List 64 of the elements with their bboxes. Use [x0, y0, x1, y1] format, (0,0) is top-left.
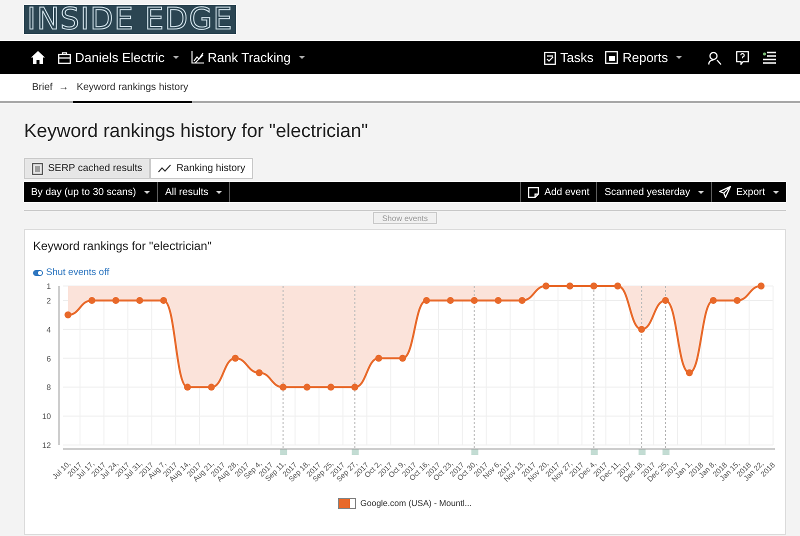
data-point[interactable] [208, 383, 215, 390]
data-point[interactable] [280, 383, 287, 390]
data-point[interactable] [136, 296, 144, 304]
data-point[interactable] [112, 296, 120, 304]
view-tab[interactable]: Ranking history [150, 158, 254, 179]
document-icon [32, 162, 43, 174]
user-search-icon[interactable] [708, 50, 722, 64]
home-icon[interactable] [31, 51, 45, 64]
data-point[interactable] [184, 383, 191, 390]
line-chart-icon [158, 164, 172, 173]
chart-title: Keyword rankings for "electrician" [32, 238, 213, 255]
arrow-separator: → [58, 81, 69, 95]
note-icon [528, 186, 540, 198]
nav-menu-item[interactable]: Reports [605, 50, 682, 65]
data-point[interactable] [710, 296, 717, 304]
nav-menu-item[interactable]: Tasks [544, 50, 594, 65]
y-axis-label: 2 [46, 296, 51, 305]
data-point[interactable] [423, 296, 430, 304]
chart-icon [190, 51, 204, 64]
breadcrumb-link[interactable]: Keyword rankings history [72, 74, 192, 103]
data-point[interactable] [351, 383, 358, 390]
breadcrumb-link[interactable]: Brief [32, 74, 53, 103]
y-axis-label: 4 [46, 324, 51, 334]
view-tab[interactable]: SERP cached results [24, 158, 150, 179]
data-point[interactable] [232, 354, 239, 362]
data-point[interactable] [446, 296, 454, 304]
nav-menu-item[interactable]: Daniels Electric [58, 50, 179, 65]
data-point[interactable] [304, 383, 310, 390]
events-toggle[interactable]: Shut events off [33, 267, 110, 278]
data-point[interactable] [734, 296, 741, 304]
page-title: Keyword rankings history for "electrician" [24, 120, 370, 144]
y-axis-label: 6 [46, 354, 51, 363]
data-point[interactable] [566, 282, 574, 289]
legend-swatch[interactable] [338, 498, 356, 508]
data-point[interactable] [327, 383, 334, 390]
legend-label: Google.com (USA) - Mountl... [360, 498, 472, 508]
data-point[interactable] [758, 282, 765, 289]
data-point[interactable] [638, 325, 646, 332]
menu-icon[interactable] [763, 51, 776, 64]
help-icon[interactable] [736, 50, 749, 64]
data-point[interactable] [88, 296, 96, 304]
data-point[interactable] [590, 282, 598, 289]
y-axis-label: 1 [46, 282, 51, 290]
briefcase-icon [58, 52, 71, 64]
data-point[interactable] [518, 296, 526, 304]
data-point[interactable] [256, 368, 263, 376]
y-axis-label: 8 [46, 382, 51, 392]
data-point[interactable] [375, 354, 382, 362]
clipboard-icon [544, 50, 556, 64]
data-point[interactable] [662, 296, 669, 304]
data-point[interactable] [399, 354, 406, 362]
nav-menu-item[interactable]: Rank Tracking [190, 50, 305, 65]
data-point[interactable] [470, 296, 478, 304]
y-axis-label: 10 [42, 412, 51, 421]
data-point[interactable] [614, 282, 622, 289]
send-icon [719, 186, 732, 198]
data-point[interactable] [494, 296, 502, 304]
logo[interactable]: INSIDE EDGE [24, 5, 236, 34]
data-point[interactable] [160, 296, 168, 304]
data-point[interactable] [542, 282, 550, 289]
y-axis-label: 12 [42, 440, 51, 450]
data-point[interactable] [686, 368, 693, 376]
report-icon [605, 51, 618, 64]
data-point[interactable] [64, 310, 72, 318]
